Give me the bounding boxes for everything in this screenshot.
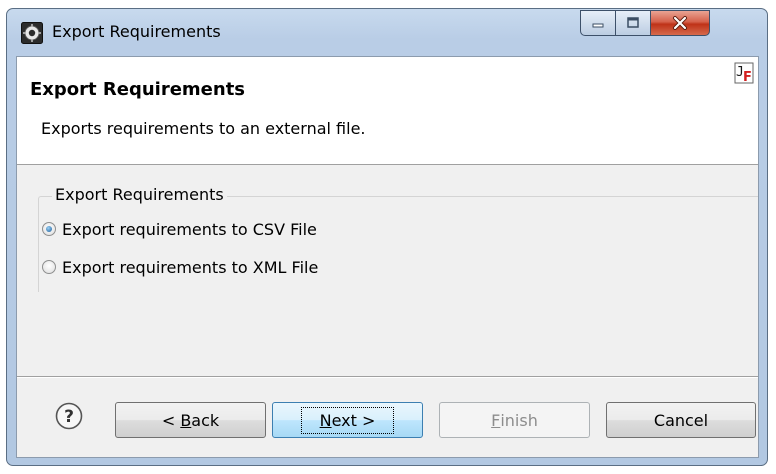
radio-export-csv[interactable]: Export requirements to CSV File: [42, 217, 317, 241]
minimize-button[interactable]: [580, 10, 616, 36]
help-icon[interactable]: ?: [55, 402, 83, 430]
eclipse-app-icon: [21, 22, 43, 44]
maximize-icon: [627, 17, 639, 28]
minimize-icon: [592, 23, 604, 28]
next-rest: ext >: [331, 410, 376, 430]
close-button[interactable]: [650, 10, 710, 36]
jf-plugin-icon: J F: [734, 62, 754, 85]
radio-label-xml: Export requirements to XML File: [62, 257, 319, 277]
radio-export-xml[interactable]: Export requirements to XML File: [42, 255, 318, 279]
back-button[interactable]: < Back: [115, 402, 266, 438]
dialog-client-area: Export Requirements Exports requirements…: [16, 56, 759, 458]
button-bar-separator: [17, 376, 758, 378]
svg-text:F: F: [743, 70, 752, 85]
wizard-header: Export Requirements Exports requirements…: [17, 57, 758, 165]
back-rest: ack: [191, 410, 220, 430]
export-requirements-dialog: Export Requirements Export Requirements …: [6, 8, 768, 466]
page-title: Export Requirements: [30, 79, 246, 100]
finish-mnemonic: F: [491, 410, 501, 430]
page-description: Exports requirements to an external file…: [41, 119, 366, 138]
radio-button-unchecked[interactable]: [42, 260, 56, 274]
window-title: Export Requirements: [52, 22, 221, 41]
back-mnemonic: B: [180, 410, 192, 430]
finish-rest: inish: [500, 410, 538, 430]
group-label: Export Requirements: [52, 185, 227, 204]
radio-button-checked[interactable]: [42, 222, 56, 236]
next-mnemonic: N: [319, 410, 332, 430]
next-button[interactable]: Next >: [272, 402, 423, 438]
title-bar[interactable]: Export Requirements: [7, 9, 767, 57]
focus-rect: Next >: [300, 406, 395, 434]
finish-button[interactable]: Finish: [439, 402, 590, 438]
svg-text:?: ?: [64, 407, 74, 427]
radio-label-csv: Export requirements to CSV File: [62, 219, 317, 239]
close-icon: [673, 16, 687, 30]
back-prefix: <: [161, 410, 181, 430]
maximize-button[interactable]: [615, 10, 651, 36]
cancel-button[interactable]: Cancel: [606, 402, 756, 438]
